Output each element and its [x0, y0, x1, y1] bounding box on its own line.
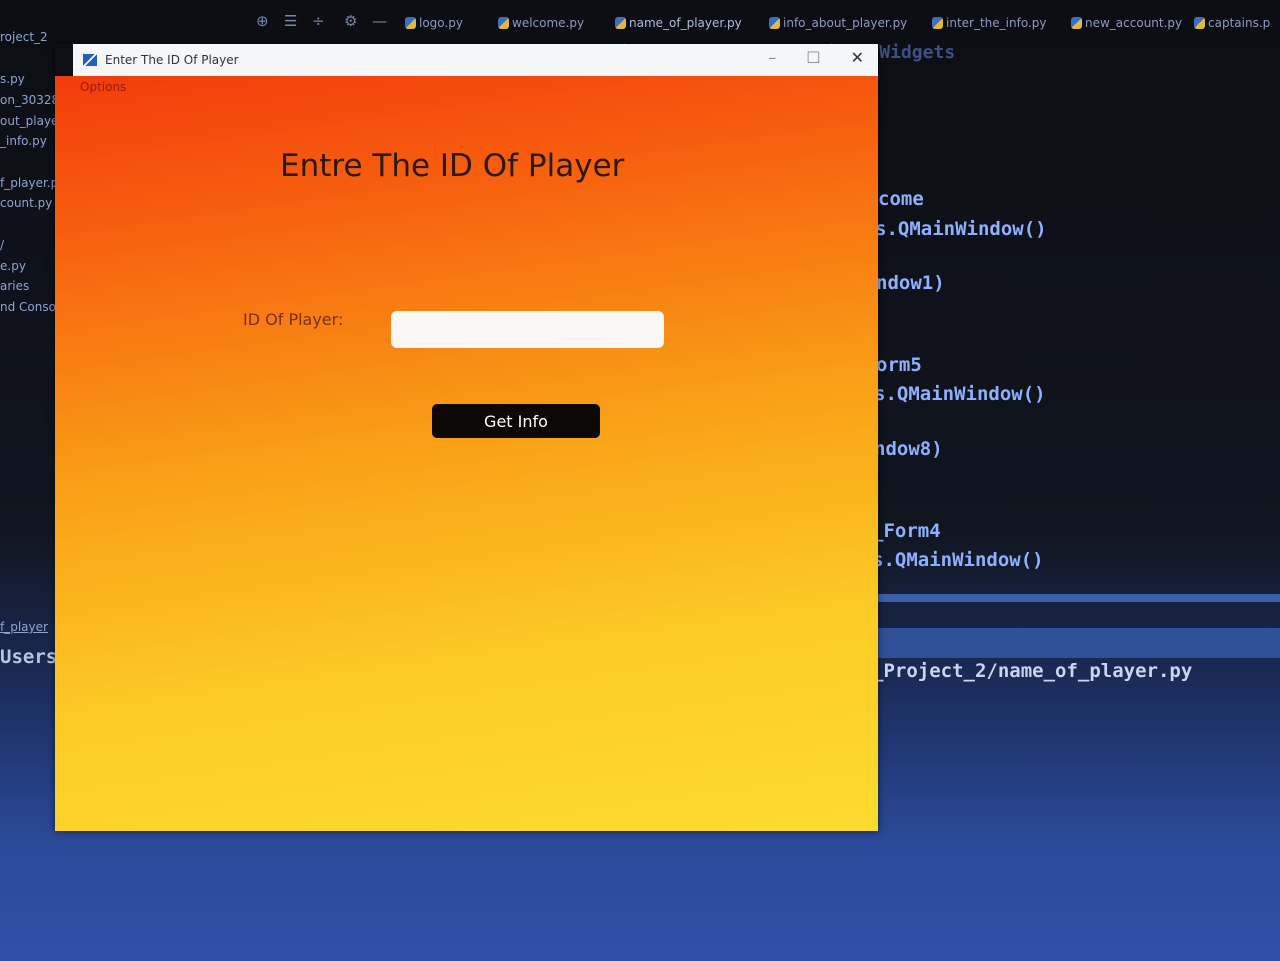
python-file-icon [769, 17, 780, 29]
tab-label: inter_the_info.py [946, 16, 1047, 30]
app-icon [83, 54, 97, 66]
code-line: s.QMainWindow() [872, 549, 1044, 571]
tab-captains[interactable]: captains.p [1194, 16, 1270, 30]
tree-item[interactable]: _info.py [0, 134, 47, 148]
id-input[interactable] [391, 311, 664, 348]
python-file-icon [615, 17, 626, 29]
tab-label: info_about_player.py [783, 16, 908, 30]
tab-name-of-player[interactable]: name_of_player.py [615, 16, 742, 30]
code-line: orm5 [876, 354, 922, 376]
python-file-icon [1194, 17, 1205, 29]
tree-item[interactable]: e.py [0, 259, 26, 273]
split-icon[interactable]: ÷ [312, 12, 325, 30]
python-file-icon [932, 17, 943, 29]
get-info-button[interactable]: Get Info [432, 404, 600, 438]
tree-item[interactable]: count.py [0, 196, 52, 210]
code-line: ndow8) [874, 438, 943, 460]
maximize-button[interactable]: ☐ [806, 48, 820, 67]
console-path: _Project_2/name_of_player.py [872, 660, 1193, 682]
tree-item[interactable]: / [0, 238, 4, 252]
python-file-icon [1071, 17, 1082, 29]
minimize-button[interactable]: – [768, 48, 776, 67]
window-content: Options Entre The ID Of Player ID Of Pla… [55, 76, 878, 831]
crosshair-icon[interactable]: ⊕ [256, 12, 269, 30]
tab-logo[interactable]: logo.py [405, 16, 463, 30]
console-header [870, 628, 1280, 658]
gear-icon[interactable]: ⚙ [344, 12, 357, 30]
code-line: _Form4 [872, 520, 941, 542]
close-button[interactable]: ✕ [851, 48, 864, 67]
tab-welcome[interactable]: welcome.py [498, 16, 584, 30]
code-line: come [878, 188, 924, 210]
page-title: Entre The ID Of Player [280, 148, 625, 184]
id-label: ID Of Player: [243, 310, 344, 329]
tab-label: name_of_player.py [629, 16, 742, 30]
tree-item[interactable]: roject_2 [0, 30, 48, 44]
tab-new-account[interactable]: new_account.py [1071, 16, 1182, 30]
tab-label: logo.py [419, 16, 463, 30]
tab-label: captains.p [1208, 16, 1271, 30]
enter-id-window: Enter The ID Of Player – ☐ ✕ Options Ent… [55, 44, 878, 831]
minus-icon[interactable]: — [372, 12, 387, 30]
editor-tab-bar: ⊕ ☰ ÷ ⚙ — logo.py welcome.py name_of_pla… [0, 10, 1280, 40]
title-bar[interactable]: Enter The ID Of Player – ☐ ✕ [73, 44, 878, 76]
code-line: ndow1) [876, 272, 945, 294]
menu-options[interactable]: Options [80, 80, 126, 94]
divider [870, 594, 1280, 602]
window-title: Enter The ID Of Player [105, 53, 239, 67]
code-line: s.QMainWindow() [874, 383, 1046, 405]
tab-info-about-player[interactable]: info_about_player.py [769, 16, 907, 30]
python-file-icon [498, 17, 509, 29]
code-line: s.QMainWindow() [875, 218, 1047, 240]
tab-inter-the-info[interactable]: inter_the_info.py [932, 16, 1046, 30]
run-tab[interactable]: f_player [0, 620, 48, 634]
tree-item[interactable]: aries [0, 279, 29, 293]
tab-label: new_account.py [1085, 16, 1183, 30]
python-file-icon [405, 17, 416, 29]
tree-item[interactable]: s.py [0, 72, 25, 86]
tab-label: welcome.py [512, 16, 585, 30]
align-icon[interactable]: ☰ [284, 12, 297, 30]
console-text: Users [0, 646, 58, 668]
